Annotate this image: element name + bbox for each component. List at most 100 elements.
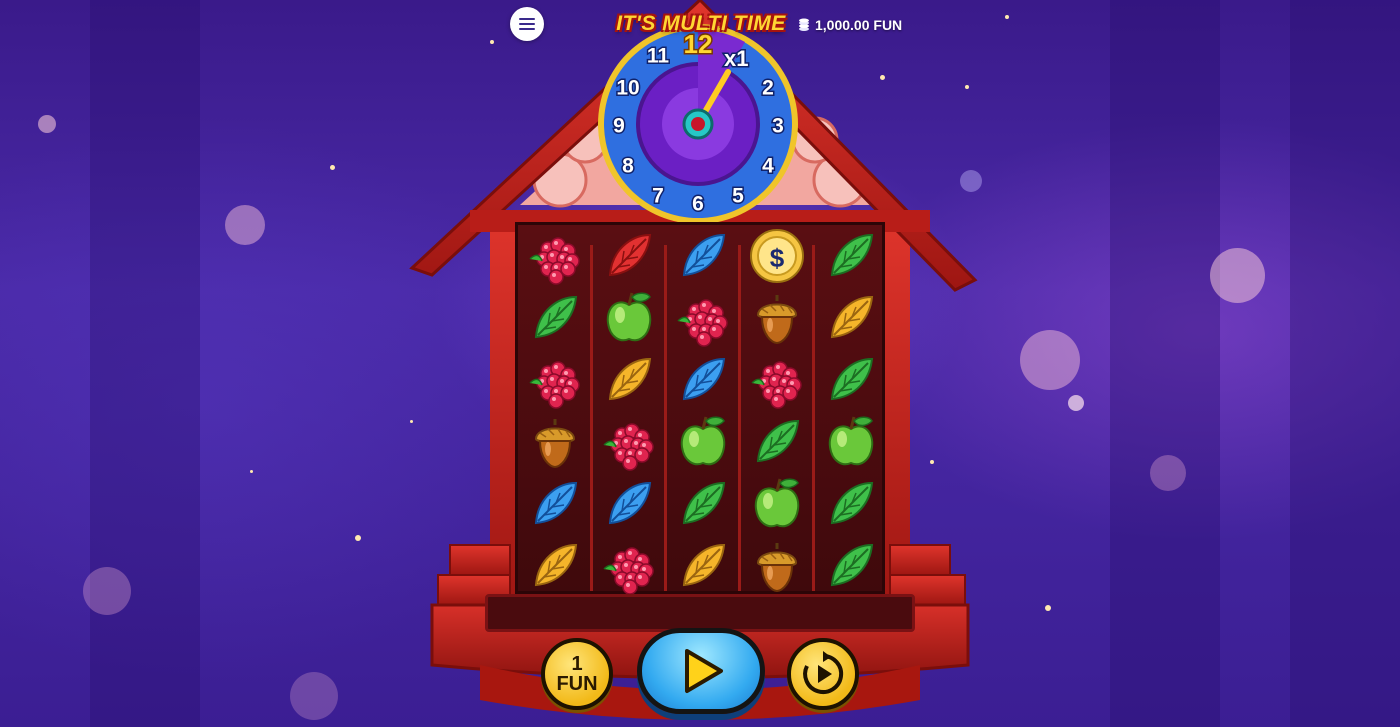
reel-column (592, 225, 666, 595)
bokeh-light (225, 205, 265, 245)
wallpaper-stripe (1290, 0, 1400, 727)
symbol-green-apple (666, 411, 740, 473)
symbol-raspberry (740, 349, 814, 411)
symbol-raspberry (592, 411, 666, 473)
raspberry-icon (603, 423, 654, 471)
symbol-green-leaf (518, 287, 592, 349)
symbol-raspberry (518, 225, 592, 287)
clock-number: 8 (622, 155, 634, 178)
svg-text:$: $ (770, 243, 785, 273)
acorn-icon (756, 295, 798, 345)
symbol-acorn (518, 411, 592, 473)
bokeh-light (1150, 455, 1186, 491)
reel-divider (812, 245, 815, 591)
clock-number: 6 (692, 193, 704, 216)
symbol-green-apple (740, 473, 814, 535)
gold-leaf-icon (608, 357, 652, 401)
gold-leaf-icon (682, 543, 726, 587)
symbol-red-leaf (592, 225, 666, 287)
clock-number: 2 (762, 77, 774, 100)
green-apple-icon (680, 416, 726, 466)
symbol-green-leaf (666, 473, 740, 535)
symbol-green-apple (814, 411, 888, 473)
symbol-blue-leaf (666, 225, 740, 287)
symbol-green-leaf (814, 225, 888, 287)
raspberry-icon (603, 547, 654, 595)
green-leaf-icon (682, 481, 726, 525)
sparkle (355, 535, 361, 541)
hamburger-menu-icon (519, 28, 535, 30)
gold-leaf-icon (830, 295, 874, 339)
sparkle (930, 460, 934, 464)
hamburger-menu-icon (519, 18, 535, 20)
green-apple-icon (828, 416, 874, 466)
bokeh-light (960, 170, 982, 192)
symbol-green-apple (592, 287, 666, 349)
bokeh-light (1210, 248, 1265, 303)
bokeh-light (290, 672, 338, 720)
blue-leaf-icon (534, 481, 578, 525)
symbol-gold-leaf (592, 349, 666, 411)
symbol-gold-leaf (814, 287, 888, 349)
raspberry-icon (677, 299, 728, 347)
clock-number: 10 (616, 77, 639, 100)
blue-leaf-icon (608, 481, 652, 525)
gold-leaf-icon (534, 543, 578, 587)
autoplay-button[interactable] (787, 638, 859, 710)
symbol-green-leaf (814, 473, 888, 535)
bet-amount: 1 (571, 653, 583, 675)
reel-column (518, 225, 592, 591)
symbol-raspberry (592, 535, 666, 597)
play-icon (685, 649, 723, 693)
dollar-coin-icon: $ (750, 229, 804, 283)
raspberry-icon (751, 361, 802, 409)
bokeh-light (83, 567, 131, 615)
bet-currency: FUN (556, 673, 598, 695)
wallpaper-stripe (90, 0, 200, 727)
game-title: IT'S MULTI TIME (616, 12, 786, 35)
spin-button[interactable] (637, 628, 765, 714)
symbol-blue-leaf (518, 473, 592, 535)
reel-divider (590, 245, 593, 591)
blue-leaf-icon (682, 357, 726, 401)
coin-stack-icon (799, 18, 809, 31)
green-leaf-icon (830, 543, 874, 587)
clock-number: 11 (647, 45, 670, 68)
bet-button[interactable]: 1 FUN (541, 638, 613, 710)
acorn-icon (534, 419, 576, 469)
green-leaf-icon (830, 357, 874, 401)
reel-column: $ (740, 225, 814, 593)
symbol-gold-leaf (666, 535, 740, 597)
clock-number: 5 (732, 185, 744, 208)
green-leaf-icon (830, 233, 874, 277)
raspberry-icon (529, 237, 580, 285)
symbol-acorn (740, 287, 814, 349)
symbol-raspberry (666, 287, 740, 349)
bokeh-light (38, 115, 56, 133)
autoplay-icon (803, 651, 844, 694)
sparkle (965, 85, 969, 89)
sparkle (490, 40, 494, 44)
green-apple-icon (754, 478, 800, 528)
reel-divider (664, 245, 667, 591)
reel-divider (738, 245, 741, 591)
balance-display: 1,000.00 FUN (797, 15, 902, 35)
menu-button[interactable] (510, 7, 544, 41)
symbol-gold-leaf (518, 535, 592, 597)
balance-text: 1,000.00 FUN (815, 17, 903, 33)
symbol-dollar-coin: $ (740, 225, 814, 287)
sparkle (330, 165, 335, 170)
green-leaf-icon (534, 295, 578, 339)
symbol-raspberry (518, 349, 592, 411)
symbol-green-leaf (814, 535, 888, 597)
bokeh-light (1020, 330, 1080, 390)
red-leaf-icon (608, 233, 652, 277)
raspberry-icon (529, 361, 580, 409)
sparkle (880, 75, 885, 80)
clock-number: 7 (652, 185, 664, 208)
bokeh-light (1068, 395, 1084, 411)
reel-column (814, 225, 888, 591)
symbol-blue-leaf (666, 349, 740, 411)
blue-leaf-icon (682, 233, 726, 277)
sparkle (250, 470, 253, 473)
